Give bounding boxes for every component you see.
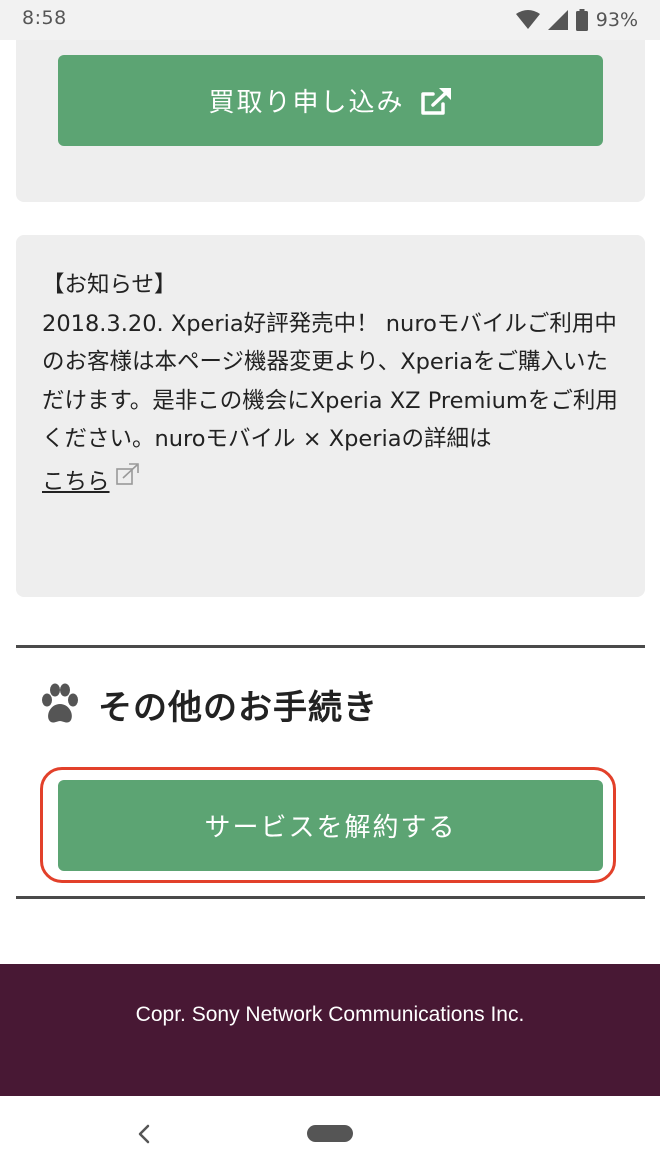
other-procedures-heading: その他のお手続き <box>40 676 378 732</box>
paw-icon <box>42 683 78 723</box>
page: 8:58 93% 買取り申し込み 【お知らせ】 2018.3.20. Xperi… <box>0 0 660 1173</box>
notice-body-text: 2018.3.20. Xperia好評発売中！ nuroモバイルご利用中のお客様… <box>42 310 618 453</box>
purchase-application-button[interactable]: 買取り申し込み <box>58 55 603 146</box>
cancel-service-label: サービスを解約する <box>204 813 457 843</box>
footer-copyright: Copr. Sony Network Communications Inc. <box>135 1003 525 1026</box>
external-link-icon <box>420 87 451 115</box>
notice-body: 2018.3.20. Xperia好評発売中！ nuroモバイルご利用中のお客様… <box>42 305 627 502</box>
status-time: 8:58 <box>22 7 67 29</box>
section-divider-top <box>16 645 645 648</box>
battery-icon <box>575 9 588 31</box>
notice-detail-link[interactable]: こちら <box>42 469 110 495</box>
section-title: その他のお手続き <box>98 687 378 728</box>
external-link-icon <box>115 459 140 498</box>
purchase-button-label: 買取り申し込み <box>208 88 405 118</box>
signal-icon <box>547 10 568 30</box>
notice-heading: 【お知らせ】 <box>42 272 177 298</box>
footer: Copr. Sony Network Communications Inc. <box>0 964 660 1096</box>
battery-percent: 93% <box>595 9 638 31</box>
wifi-icon <box>515 10 540 29</box>
notice-text: 【お知らせ】 2018.3.20. Xperia好評発売中！ nuroモバイルご… <box>42 266 627 501</box>
cancel-service-button[interactable]: サービスを解約する <box>58 780 603 871</box>
home-pill-icon[interactable] <box>307 1125 353 1142</box>
section-divider-bottom <box>16 896 645 899</box>
back-icon[interactable] <box>130 1120 158 1148</box>
system-nav-bar <box>0 1096 660 1173</box>
status-icons: 93% <box>515 6 638 34</box>
status-bar: 8:58 93% <box>0 0 660 40</box>
